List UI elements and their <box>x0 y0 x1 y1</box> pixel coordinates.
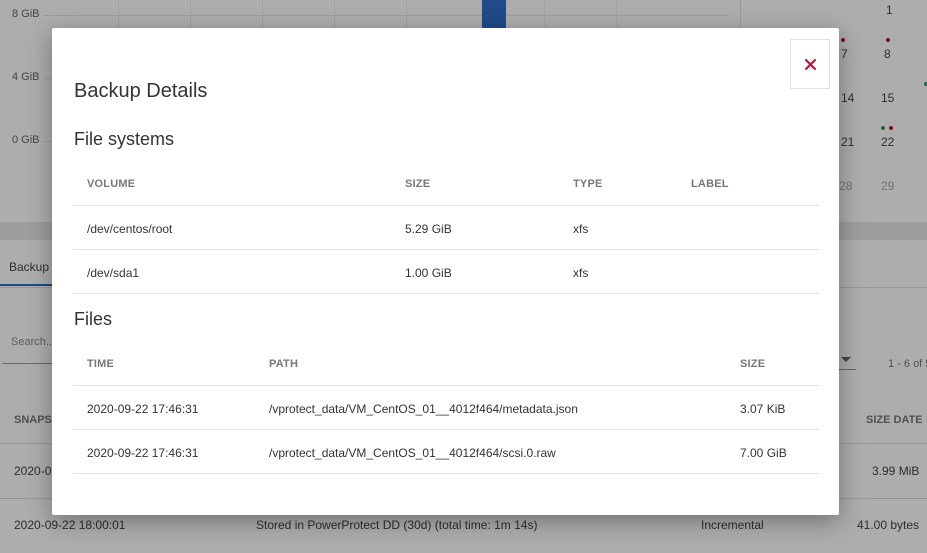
size-cell: 7.00 GiB <box>740 446 787 460</box>
table-row: /dev/centos/root 5.29 GiB xfs <box>73 206 818 250</box>
column-header-path[interactable]: PATH <box>269 358 298 370</box>
volume-cell: /dev/sda1 <box>87 266 140 280</box>
path-cell: /vprotect_data/VM_CentOS_01__4012f464/me… <box>269 402 578 416</box>
time-cell: 2020-09-22 17:46:31 <box>87 402 199 416</box>
files-title: Files <box>74 309 113 329</box>
table-row: 2020-09-22 17:46:31 /vprotect_data/VM_Ce… <box>73 386 818 430</box>
column-header-time[interactable]: TIME <box>87 358 114 370</box>
table-header: TIME PATH SIZE <box>73 341 818 386</box>
size-cell: 5.29 GiB <box>405 222 452 236</box>
column-header-type[interactable]: TYPE <box>573 178 603 190</box>
column-header-size[interactable]: SIZE <box>740 358 765 370</box>
table-row: /dev/sda1 1.00 GiB xfs <box>73 250 818 294</box>
column-header-label[interactable]: LABEL <box>691 178 729 190</box>
file-systems-title: File systems <box>74 129 175 149</box>
table-row: 2020-09-22 17:46:31 /vprotect_data/VM_Ce… <box>73 430 818 474</box>
close-button[interactable] <box>790 39 830 89</box>
column-header-volume[interactable]: VOLUME <box>87 178 135 190</box>
type-cell: xfs <box>573 266 589 280</box>
path-cell: /vprotect_data/VM_CentOS_01__4012f464/sc… <box>269 446 556 460</box>
type-cell: xfs <box>573 222 589 236</box>
column-header-size[interactable]: SIZE <box>405 178 430 190</box>
volume-cell: /dev/centos/root <box>87 222 173 236</box>
table-header: VOLUME SIZE TYPE LABEL <box>73 161 818 206</box>
file-systems-table: VOLUME SIZE TYPE LABEL /dev/centos/root … <box>73 161 818 294</box>
backup-details-dialog: Backup Details File systems VOLUME SIZE … <box>52 28 839 515</box>
size-cell: 1.00 GiB <box>405 266 452 280</box>
size-cell: 3.07 KiB <box>740 402 786 416</box>
files-table: TIME PATH SIZE 2020-09-22 17:46:31 /vpro… <box>73 341 818 474</box>
close-icon <box>804 58 816 70</box>
dialog-title: Backup Details <box>74 80 208 102</box>
time-cell: 2020-09-22 17:46:31 <box>87 446 199 460</box>
